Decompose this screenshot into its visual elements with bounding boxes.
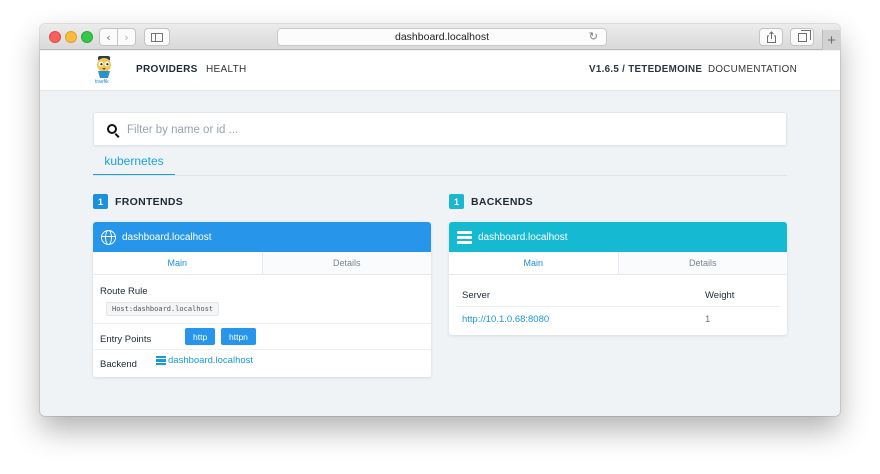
browser-toolbar: ‹ › dashboard.localhost ↻ + <box>40 24 840 50</box>
route-rule-value: Host:dashboard.localhost <box>106 302 220 316</box>
backends-header: 1 BACKENDS <box>449 194 533 209</box>
column-header-weight: Weight <box>705 290 735 301</box>
filter-box[interactable] <box>93 112 787 146</box>
table-divider <box>456 306 780 307</box>
reload-icon[interactable]: ↻ <box>589 30 598 43</box>
tabs-icon <box>797 29 811 42</box>
frontend-card: dashboard.localhost Main Details Route R… <box>93 222 431 377</box>
row-divider <box>93 349 431 350</box>
frontend-name: dashboard.localhost <box>122 231 212 243</box>
back-button[interactable]: ‹ <box>99 28 118 46</box>
server-weight: 1 <box>705 314 711 325</box>
frontend-tab-main[interactable]: Main <box>93 252 262 274</box>
nav-providers[interactable]: PROVIDERS <box>136 64 198 75</box>
server-icon <box>156 356 166 366</box>
entry-point-badge-http[interactable]: http <box>185 328 216 345</box>
frontends-count-badge: 1 <box>93 194 108 209</box>
frontend-tabs: Main Details <box>93 252 431 275</box>
address-bar[interactable]: dashboard.localhost ↻ <box>277 28 607 46</box>
version-label: V1.6.5 / TETEDEMOINE <box>589 64 703 75</box>
browser-window: ‹ › dashboard.localhost ↻ + traefik PROV… <box>40 24 840 416</box>
backend-tabs: Main Details <box>449 252 787 275</box>
backend-link[interactable]: dashboard.localhost <box>156 355 253 366</box>
share-icon <box>766 31 776 43</box>
new-tab-button[interactable]: + <box>822 30 840 50</box>
address-bar-url: dashboard.localhost <box>395 31 489 43</box>
nav-health[interactable]: HEALTH <box>206 64 247 75</box>
minimize-window-button[interactable] <box>65 31 77 43</box>
frontends-title: FRONTENDS <box>115 195 184 208</box>
frontend-tab-details[interactable]: Details <box>261 252 431 274</box>
plus-icon: + <box>827 31 836 49</box>
chevron-left-icon: ‹ <box>106 30 111 44</box>
backend-card: dashboard.localhost Main Details Server … <box>449 222 787 335</box>
provider-tabs-divider <box>93 175 787 176</box>
backends-title: BACKENDS <box>471 195 533 208</box>
traefik-logo-icon[interactable] <box>93 54 115 81</box>
nav-documentation[interactable]: DOCUMENTATION <box>708 64 797 75</box>
globe-icon <box>101 229 116 245</box>
backend-name: dashboard.localhost <box>478 231 568 243</box>
sidebar-icon <box>151 32 163 42</box>
entry-point-badge-httpn[interactable]: httpn <box>221 328 256 345</box>
provider-tab-kubernetes[interactable]: kubernetes <box>93 153 175 176</box>
server-url-link[interactable]: http://10.1.0.68:8080 <box>462 314 549 325</box>
zoom-window-button[interactable] <box>81 31 93 43</box>
backends-count-badge: 1 <box>449 194 464 209</box>
share-button[interactable] <box>759 28 783 46</box>
column-header-server: Server <box>462 290 490 301</box>
close-window-button[interactable] <box>49 31 61 43</box>
logo-wordmark: traefik <box>95 79 109 85</box>
backend-label: Backend <box>100 359 137 370</box>
server-icon <box>457 230 472 244</box>
backend-tab-details[interactable]: Details <box>617 252 787 274</box>
sidebar-toggle-button[interactable] <box>144 28 170 46</box>
backend-link-text: dashboard.localhost <box>168 355 254 366</box>
entry-points-label: Entry Points <box>100 334 152 345</box>
backend-tab-main[interactable]: Main <box>449 252 618 274</box>
top-navigation: traefik PROVIDERS HEALTH V1.6.5 / TETEDE… <box>40 51 840 91</box>
filter-input[interactable] <box>127 121 727 139</box>
frontends-header: 1 FRONTENDS <box>93 194 183 209</box>
route-rule-label: Route Rule <box>100 286 148 297</box>
show-tabs-button[interactable] <box>790 28 814 46</box>
forward-button[interactable]: › <box>117 28 136 46</box>
frontend-card-header: dashboard.localhost <box>93 222 431 252</box>
row-divider <box>93 323 431 324</box>
search-icon <box>107 124 117 134</box>
backend-card-header: dashboard.localhost <box>449 222 787 252</box>
chevron-right-icon: › <box>124 30 129 44</box>
